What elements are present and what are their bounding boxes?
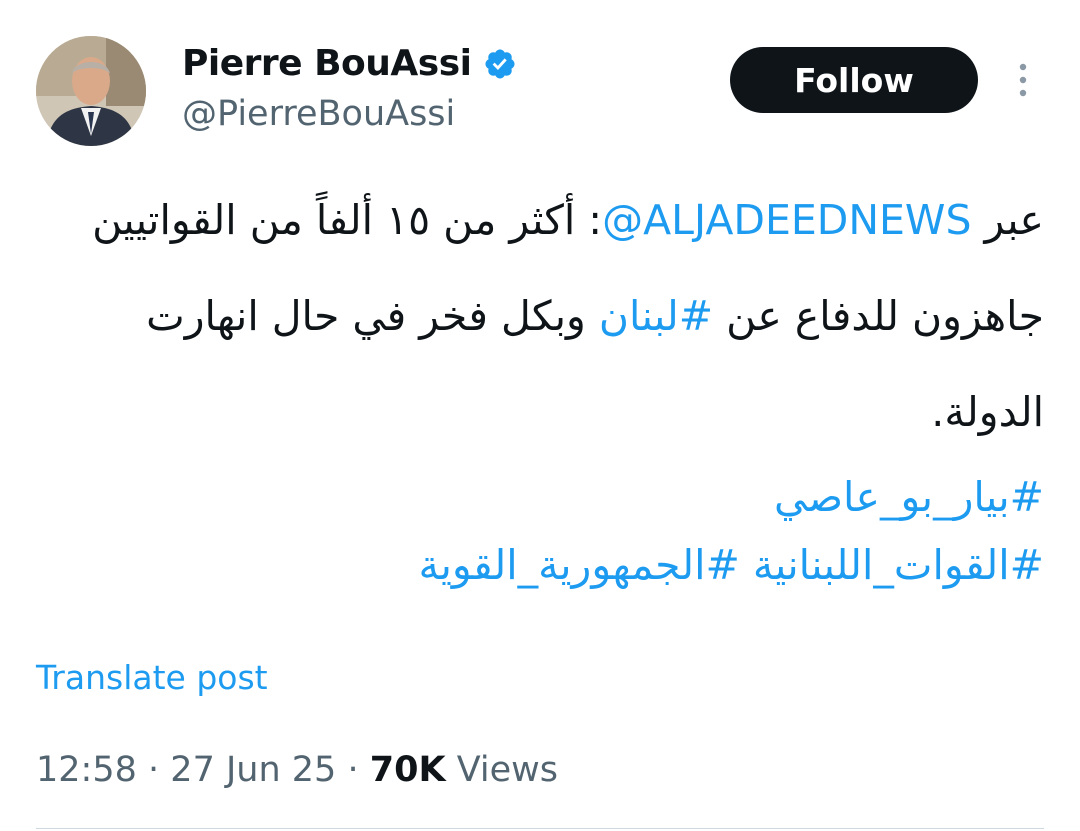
author-name-row: Pierre BouAssi: [182, 40, 517, 88]
hashtag-paragraph: #القوات_اللبنانية #الجمهورية_القوية: [34, 536, 1044, 594]
hashtag-link[interactable]: #القوات_اللبنانية: [753, 541, 1044, 589]
meta-separator: ·: [148, 750, 160, 790]
avatar[interactable]: [36, 36, 146, 146]
divider: [36, 828, 1044, 829]
follow-button[interactable]: Follow: [730, 47, 978, 113]
hashtag-paragraph: #بيار_بو_عاصي: [34, 468, 1044, 526]
views-count: 70K: [369, 750, 446, 790]
translate-post-link[interactable]: Translate post: [36, 656, 268, 700]
views-label: Views: [456, 750, 558, 790]
verified-badge-icon[interactable]: [483, 47, 517, 81]
display-name[interactable]: Pierre BouAssi: [182, 40, 472, 88]
post-meta: 12:58 · 27 Jun 25 · 70K Views: [36, 746, 558, 794]
user-handle[interactable]: @PierreBouAssi: [182, 92, 455, 136]
text-segment: عبر: [971, 196, 1044, 244]
tweet-post: Pierre BouAssi @PierreBouAssi Follow عبر…: [0, 0, 1080, 831]
avatar-image: [36, 36, 146, 146]
tweet-text: عبر @ALJADEEDNEWS: أكثر من ١٥ ألفاً من ا…: [34, 172, 1044, 594]
tweet-paragraph: عبر @ALJADEEDNEWS: أكثر من ١٥ ألفاً من ا…: [34, 172, 1044, 460]
more-vertical-icon[interactable]: [1008, 60, 1038, 100]
post-date[interactable]: 27 Jun 25: [170, 750, 336, 790]
hashtag-link[interactable]: #بيار_بو_عاصي: [774, 473, 1044, 521]
hashtag-link[interactable]: #الجمهورية_القوية: [418, 541, 739, 589]
hashtag-link[interactable]: #لبنان: [599, 292, 713, 340]
meta-separator: ·: [347, 750, 359, 790]
post-time[interactable]: 12:58: [36, 750, 137, 790]
mention-link[interactable]: @ALJADEEDNEWS: [602, 196, 971, 244]
